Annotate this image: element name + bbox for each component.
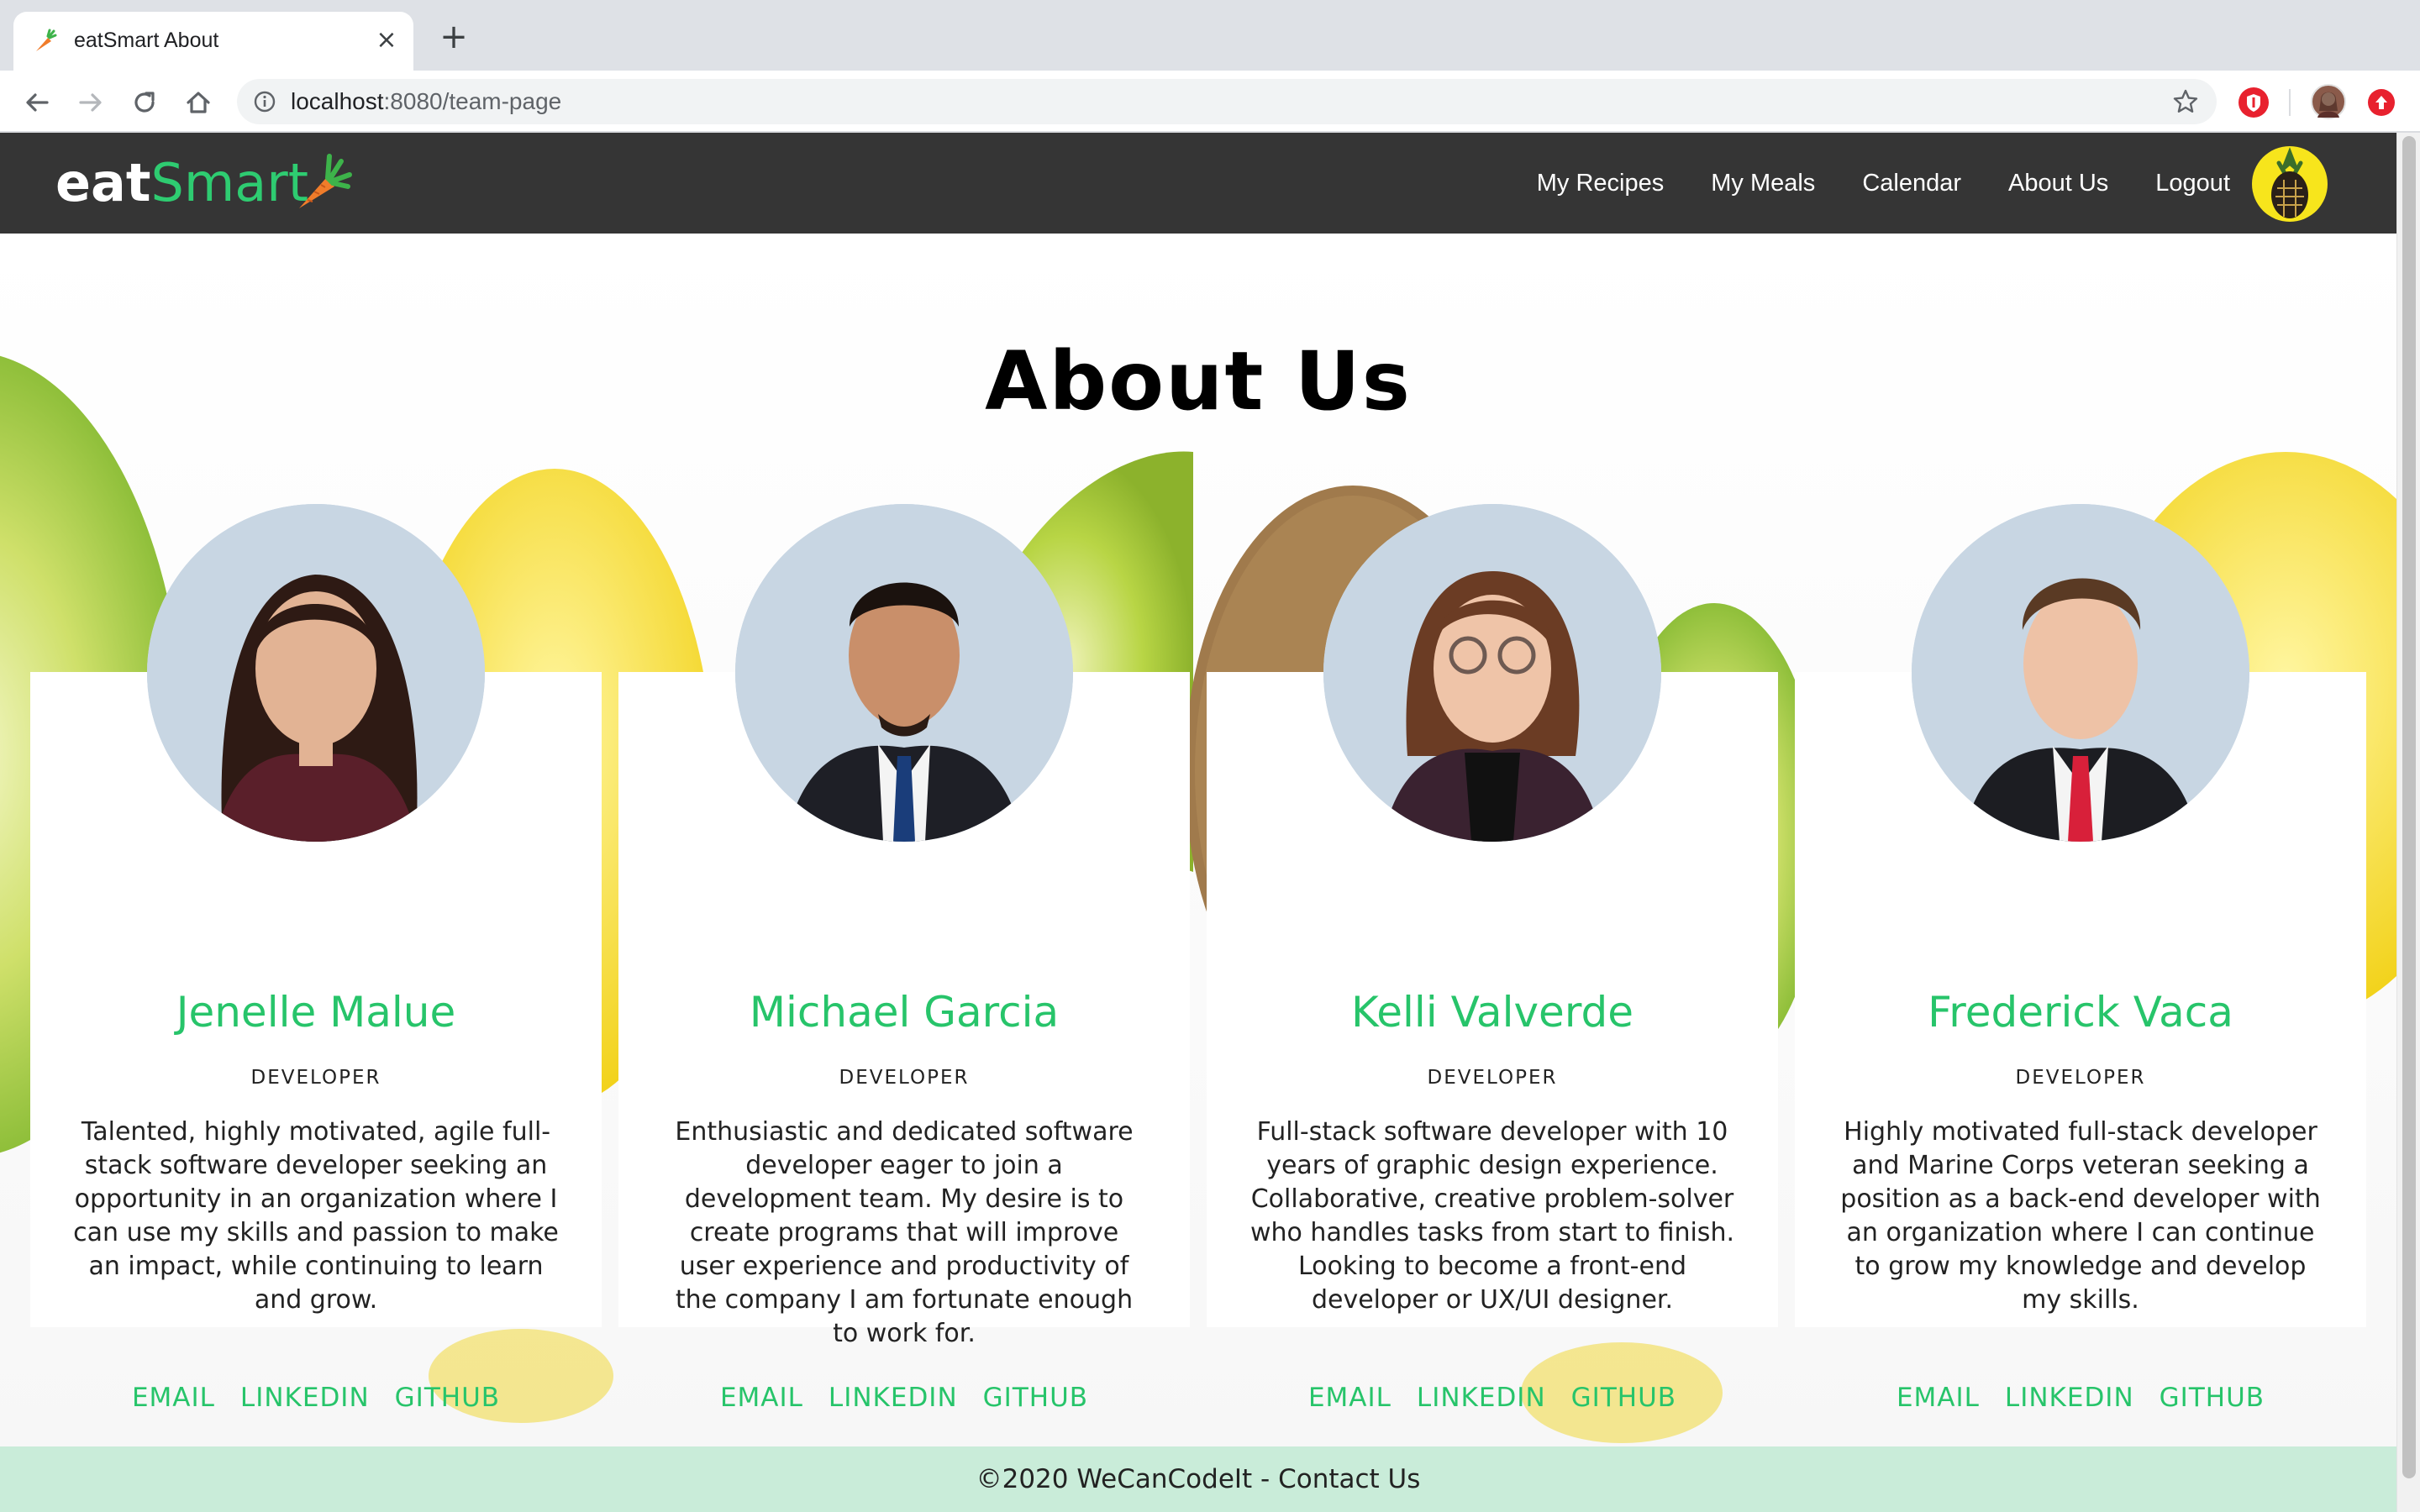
email-link[interactable]: EMAIL: [1308, 1383, 1392, 1413]
github-link[interactable]: GITHUB: [395, 1383, 500, 1413]
nav-link-logout[interactable]: Logout: [2155, 170, 2230, 197]
team-name: Frederick Vaca: [1928, 988, 2233, 1037]
logo-eat-text: eat: [55, 152, 151, 213]
close-tab-icon[interactable]: ×: [371, 25, 402, 55]
update-arrow-icon[interactable]: [2368, 89, 2395, 116]
team-links: EMAIL LINKEDIN GITHUB: [1795, 1383, 2366, 1413]
url-text: localhost:8080/team-page: [291, 79, 561, 124]
reload-icon[interactable]: [126, 84, 163, 121]
team-bio: Full-stack software developer with 10 ye…: [1249, 1117, 1734, 1315]
page-title: About Us: [985, 334, 1412, 428]
home-icon[interactable]: [180, 84, 217, 121]
url-path: :8080/team-page: [383, 88, 562, 114]
linkedin-link[interactable]: LINKEDIN: [1417, 1383, 1546, 1413]
nav-links: My Recipes My Meals Calendar About Us Lo…: [1537, 133, 2230, 234]
profile-avatar[interactable]: [2311, 84, 2346, 119]
site-navbar: eatSmart My Recipes My Meals Calendar Ab…: [0, 133, 2396, 234]
email-link[interactable]: EMAIL: [1897, 1383, 1980, 1413]
user-avatar[interactable]: [2252, 146, 2328, 222]
team-photo-michael: [735, 504, 1073, 842]
nav-link-my-meals[interactable]: My Meals: [1711, 170, 1815, 197]
eatsmart-logo[interactable]: eatSmart: [55, 148, 308, 218]
url-host: localhost: [291, 88, 384, 114]
team-links: EMAIL LINKEDIN GITHUB: [618, 1383, 1190, 1413]
page-scrollbar[interactable]: [2396, 133, 2420, 1512]
team-photo-frederick: [1912, 504, 2249, 842]
team-bio: Enthusiastic and dedicated software deve…: [675, 1117, 1134, 1348]
nav-link-calendar[interactable]: Calendar: [1862, 170, 1961, 197]
github-link[interactable]: GITHUB: [983, 1383, 1088, 1413]
github-link[interactable]: GITHUB: [2160, 1383, 2265, 1413]
team-name: Kelli Valverde: [1350, 988, 1634, 1037]
new-tab-icon[interactable]: +: [437, 20, 471, 54]
extension-shield-icon[interactable]: [2238, 87, 2269, 118]
github-link[interactable]: GITHUB: [1571, 1383, 1676, 1413]
toolbar-separator: [2289, 89, 2291, 116]
team-photo-kelli: [1323, 504, 1661, 842]
email-link[interactable]: EMAIL: [132, 1383, 215, 1413]
team-bio: Talented, highly motivated, agile full-s…: [73, 1117, 559, 1315]
logo-smart-text: Smart: [150, 152, 309, 213]
team-name: Michael Garcia: [749, 988, 1060, 1037]
site-footer[interactable]: ©2020 WeCanCodeIt - Contact Us: [0, 1446, 2396, 1512]
nav-link-about-us[interactable]: About Us: [2008, 170, 2108, 197]
team-bio: Highly motivated full-stack developer an…: [1840, 1117, 2321, 1315]
team-role: DEVELOPER: [839, 1067, 970, 1089]
back-arrow-icon[interactable]: [18, 84, 55, 121]
browser-tab-strip: eatSmart About × +: [0, 0, 2420, 71]
nav-link-my-recipes[interactable]: My Recipes: [1537, 170, 1665, 197]
team-name: Jenelle Malue: [176, 988, 456, 1037]
team-links: EMAIL LINKEDIN GITHUB: [30, 1383, 602, 1413]
page-viewport: eatSmart My Recipes My Meals Calendar Ab…: [0, 133, 2396, 1512]
team-links: EMAIL LINKEDIN GITHUB: [1207, 1383, 1778, 1413]
carrot-logo-icon: [299, 154, 352, 208]
team-role: DEVELOPER: [2015, 1067, 2146, 1089]
browser-toolbar: localhost:8080/team-page: [0, 71, 2420, 133]
team-role: DEVELOPER: [1427, 1067, 1558, 1089]
tab-title: eatSmart About: [74, 29, 219, 52]
bookmark-star-icon[interactable]: [2171, 87, 2200, 116]
linkedin-link[interactable]: LINKEDIN: [240, 1383, 370, 1413]
forward-arrow-icon[interactable]: [72, 84, 109, 121]
team-photo-jenelle: [147, 504, 485, 842]
carrot-favicon-icon: [36, 29, 57, 51]
email-link[interactable]: EMAIL: [720, 1383, 803, 1413]
browser-tab[interactable]: eatSmart About ×: [13, 12, 413, 71]
scrollbar-thumb[interactable]: [2402, 136, 2416, 1478]
linkedin-link[interactable]: LINKEDIN: [829, 1383, 958, 1413]
address-bar[interactable]: localhost:8080/team-page: [237, 79, 2217, 124]
site-info-icon[interactable]: [252, 89, 277, 114]
linkedin-link[interactable]: LINKEDIN: [2005, 1383, 2134, 1413]
team-role: DEVELOPER: [250, 1067, 381, 1089]
